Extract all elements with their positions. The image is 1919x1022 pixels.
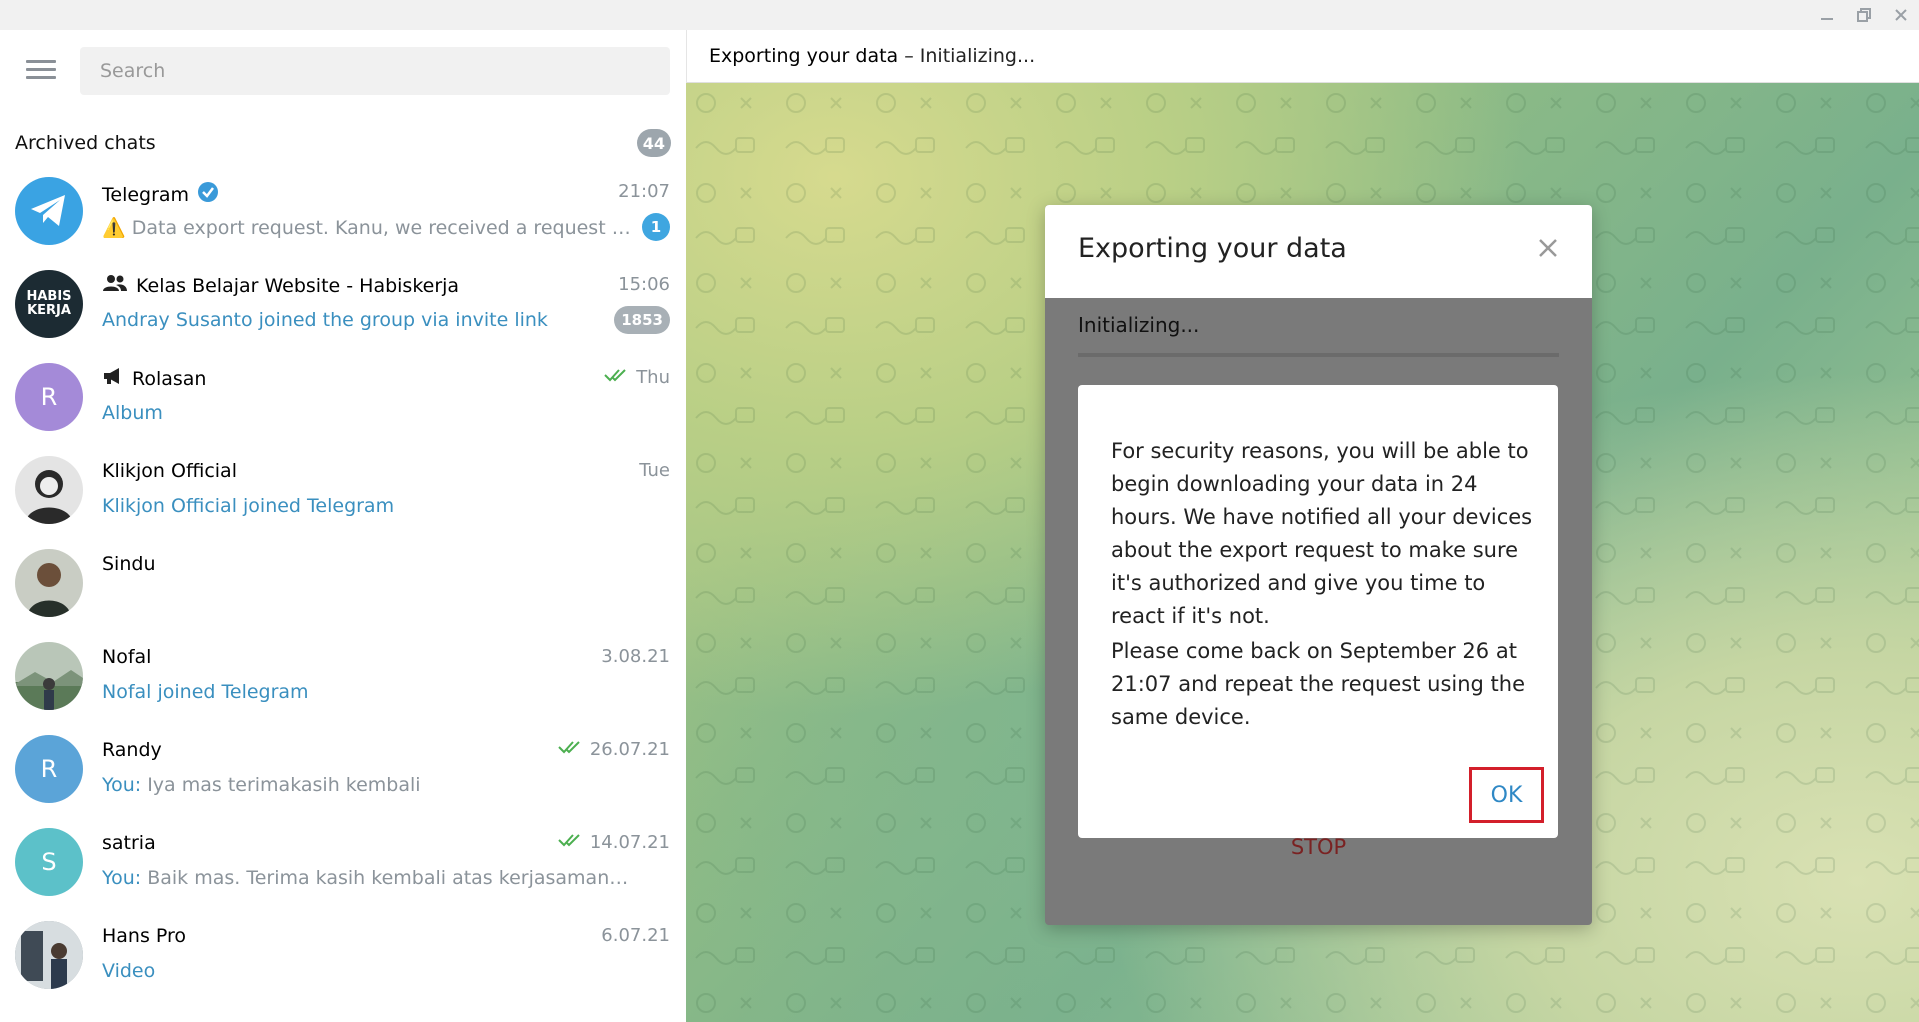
- unread-badge: 1853: [614, 306, 670, 334]
- chat-name: Kelas Belajar Website - Habiskerja: [102, 274, 459, 297]
- chat-name-text: Nofal: [102, 646, 152, 668]
- progress-label: Initializing...: [1078, 313, 1200, 337]
- randy-avatar: R: [15, 735, 83, 803]
- header-status: Initializing...: [919, 45, 1036, 67]
- chat-name: satria: [102, 832, 156, 854]
- chat-time-text: 14.07.21: [589, 832, 670, 853]
- chat-item-telegram[interactable]: Telegram 21:07 ⚠️ Data export request. K…: [0, 171, 686, 264]
- chat-time: 6.07.21: [601, 925, 670, 946]
- chat-name-text: Hans Pro: [102, 925, 187, 947]
- chat-name: Sindu: [102, 553, 155, 575]
- sender-label: You:: [102, 774, 142, 796]
- chat-time: 21:07: [618, 181, 670, 202]
- chat-item-randy[interactable]: R Randy 26.07.21 You: Iya mas terimakasi…: [0, 729, 686, 822]
- rolasan-avatar: R: [15, 363, 83, 431]
- satria-avatar: S: [15, 828, 83, 896]
- stop-button[interactable]: STOP: [1045, 835, 1592, 859]
- sindu-avatar: [15, 549, 83, 617]
- chat-name-text: Rolasan: [132, 367, 207, 390]
- klikjon-avatar: [15, 456, 83, 524]
- chat-preview-text: Data export request. Kanu, we received a…: [131, 217, 632, 239]
- archived-chats-row[interactable]: Archived chats 44: [15, 126, 671, 160]
- chat-name-text: satria: [102, 832, 156, 854]
- double-check-icon: [604, 367, 630, 388]
- notice-paragraph-1: For security reasons, you will be able t…: [1111, 439, 1533, 628]
- chat-preview: Klikjon Official joined Telegram: [102, 495, 395, 517]
- search-input[interactable]: [80, 47, 670, 95]
- chat-name: Hans Pro: [102, 925, 186, 947]
- warning-icon: ⚠️: [102, 217, 126, 239]
- close-window-icon[interactable]: [1888, 4, 1914, 26]
- habiskerja-avatar: HABIS KERJA: [15, 270, 83, 338]
- chat-name-text: Randy: [102, 739, 162, 761]
- telegram-avatar: [15, 177, 83, 245]
- chat-preview: Album: [102, 402, 163, 424]
- nofal-avatar: [15, 642, 83, 710]
- chat-time-text: Thu: [636, 367, 670, 388]
- chat-time: 3.08.21: [601, 646, 670, 667]
- chat-name-text: Telegram: [102, 183, 190, 206]
- chat-item-kelas-belajar[interactable]: HABIS KERJA Kelas Belajar Website - Habi…: [0, 264, 686, 357]
- dialog-header: Exporting your data: [1045, 205, 1592, 298]
- chat-name: Klikjon Official: [102, 460, 237, 482]
- header-title: Exporting your data – Initializing...: [709, 45, 1035, 67]
- header-title-main: Exporting your data: [709, 45, 899, 67]
- notice-paragraph-2: Please come back on September 26 at 21:0…: [1111, 639, 1526, 729]
- security-notice-box: For security reasons, you will be able t…: [1078, 385, 1558, 838]
- chat-list-panel: Archived chats 44 Telegram 21:07 ⚠️ Data…: [0, 30, 686, 1022]
- chat-preview-text: Baik mas. Terima kasih kembali atas kerj…: [147, 867, 632, 889]
- chat-item-hans-pro[interactable]: Hans Pro 6.07.21 Video: [0, 915, 686, 1008]
- chat-item-nofal[interactable]: Nofal 3.08.21 Nofal joined Telegram: [0, 636, 686, 729]
- group-icon: [102, 274, 128, 297]
- dialog-title: Exporting your data: [1078, 233, 1347, 264]
- chat-item-klikjon[interactable]: Klikjon Official Tue Klikjon Official jo…: [0, 450, 686, 543]
- archived-chats-label: Archived chats: [15, 132, 156, 154]
- chat-name-text: Klikjon Official: [102, 460, 237, 482]
- window-titlebar: [0, 0, 1919, 30]
- chat-time: 14.07.21: [558, 832, 670, 853]
- restore-icon[interactable]: [1851, 4, 1877, 26]
- ok-button[interactable]: OK: [1469, 767, 1544, 823]
- chat-time: 15:06: [618, 274, 670, 295]
- close-icon[interactable]: [1533, 233, 1563, 263]
- chat-name: Randy: [102, 739, 162, 761]
- chat-preview: ⚠️ Data export request. Kanu, we receive…: [102, 216, 632, 239]
- header-separator: –: [898, 45, 920, 67]
- chat-time: Thu: [604, 367, 670, 388]
- chat-preview: Nofal joined Telegram: [102, 681, 309, 703]
- chat-item-rolasan[interactable]: R Rolasan Thu Album: [0, 357, 686, 450]
- chat-preview: You: Iya mas terimakasih kembali: [102, 774, 421, 796]
- chat-preview-text: Iya mas terimakasih kembali: [147, 774, 421, 796]
- hans-pro-avatar: [15, 921, 83, 989]
- minimize-icon[interactable]: [1814, 4, 1840, 26]
- double-check-icon: [558, 739, 584, 760]
- chat-preview: Andray Susanto joined the group via invi…: [102, 309, 548, 331]
- progress-bar: [1078, 353, 1559, 357]
- chat-name: Telegram: [102, 181, 219, 208]
- chat-item-sindu[interactable]: Sindu: [0, 543, 686, 636]
- chat-time: Tue: [639, 460, 670, 481]
- chat-preview: Video: [102, 960, 156, 982]
- chat-name: Rolasan: [102, 367, 206, 390]
- chat-item-satria[interactable]: S satria 14.07.21 You: Baik mas. Terima …: [0, 822, 686, 915]
- unread-badge: 1: [642, 213, 670, 241]
- channel-megaphone-icon: [102, 367, 124, 390]
- double-check-icon: [558, 832, 584, 853]
- chat-time: 26.07.21: [558, 739, 670, 760]
- chat-name-text: Sindu: [102, 553, 156, 575]
- chat-header: Exporting your data – Initializing...: [686, 30, 1919, 83]
- verified-icon: [197, 181, 219, 208]
- chat-name-text: Kelas Belajar Website - Habiskerja: [136, 274, 460, 297]
- sender-label: You:: [102, 867, 142, 889]
- archived-count-badge: 44: [636, 129, 671, 157]
- hamburger-menu-icon[interactable]: [26, 60, 56, 82]
- chat-name: Nofal: [102, 646, 151, 668]
- chat-preview: You: Baik mas. Terima kasih kembali atas…: [102, 867, 632, 889]
- chat-time-text: 26.07.21: [589, 739, 670, 760]
